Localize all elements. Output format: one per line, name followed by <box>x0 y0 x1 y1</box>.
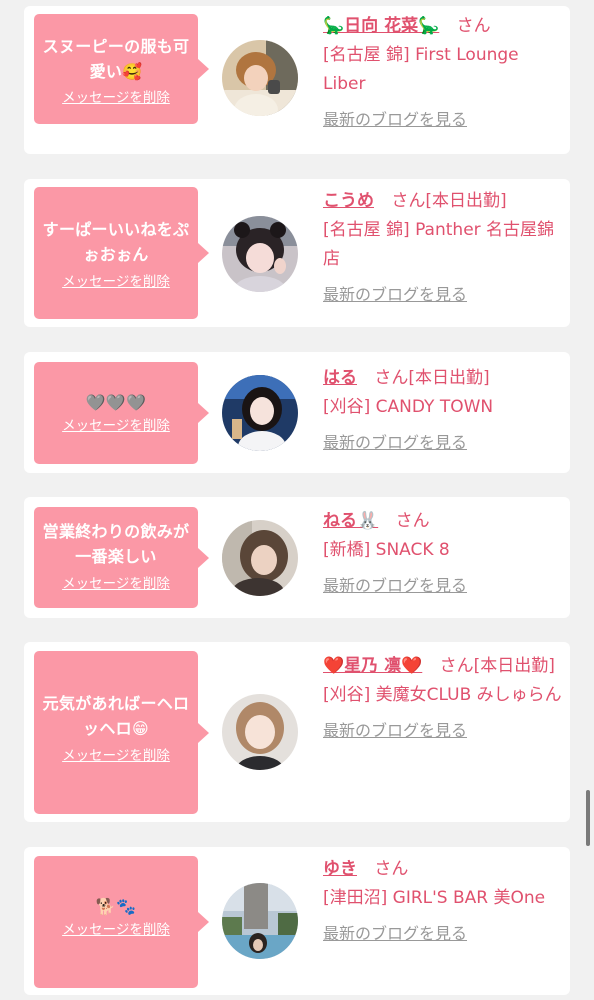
bubble-message-text: すーぱーいいねをぷぉおぉん <box>42 220 190 264</box>
honorific: さん <box>374 368 409 388</box>
honorific: さん <box>374 859 409 879</box>
cast-info: ❤️星乃 凛❤️ さん[本日出勤] [刈谷] 美魔女CLUB みしゅらん 最新の… <box>323 652 563 746</box>
message-list: スヌーピーの服も可愛い🥰 メッセージを削除 🦕日向 花菜🦕 さん [名古屋 錦]… <box>0 0 594 1000</box>
work-status: [本日出勤] <box>425 191 507 211</box>
cast-info: はる さん[本日出勤] [刈谷] CANDY TOWN 最新のブログを見る <box>323 364 563 458</box>
message-card: スヌーピーの服も可愛い🥰 メッセージを削除 🦕日向 花菜🦕 さん [名古屋 錦]… <box>24 6 570 154</box>
avatar[interactable] <box>222 216 298 292</box>
cast-name-line: はる さん[本日出勤] <box>323 364 563 393</box>
avatar[interactable] <box>222 520 298 596</box>
bubble-message-text: 営業終わりの飲みが一番楽しい <box>42 522 190 566</box>
message-bubble: すーぱーいいねをぷぉおぉん メッセージを削除 <box>34 187 209 319</box>
message-card: 営業終わりの飲みが一番楽しい メッセージを削除 ねる🐰 さん [新橋] SNAC… <box>24 497 570 618</box>
scrollbar[interactable] <box>586 790 590 846</box>
cast-name-line: 🦕日向 花菜🦕 さん <box>323 12 563 41</box>
cast-name-line: ゆき さん <box>323 855 563 884</box>
bubble-message-text: 🩶🩶🩶 <box>85 393 147 412</box>
shop-name: [名古屋 錦] First Lounge Liber <box>323 45 519 94</box>
honorific: さん <box>395 511 430 531</box>
cast-info: こうめ さん[本日出勤] [名古屋 錦] Panther 名古屋錦店 最新のブロ… <box>323 187 563 310</box>
delete-message-link[interactable]: メッセージを削除 <box>62 921 170 939</box>
cast-info: ゆき さん [津田沼] GIRL'S BAR 美One 最新のブログを見る <box>323 855 563 949</box>
cast-name-link[interactable]: ねる🐰 <box>323 511 378 531</box>
delete-message-link[interactable]: メッセージを削除 <box>62 747 170 765</box>
latest-blog-link[interactable]: 最新のブログを見る <box>323 720 467 742</box>
message-bubble: 元気があればーヘロッヘロ😁 メッセージを削除 <box>34 651 209 814</box>
avatar[interactable] <box>222 375 298 451</box>
honorific: さん <box>391 191 426 211</box>
message-card: すーぱーいいねをぷぉおぉん メッセージを削除 こうめ さん[本日出勤] [名古屋… <box>24 179 570 327</box>
latest-blog-link[interactable]: 最新のブログを見る <box>323 575 467 597</box>
honorific: さん <box>456 16 491 36</box>
bubble-message-text: 🐕🐾 <box>95 897 137 916</box>
delete-message-link[interactable]: メッセージを削除 <box>62 273 170 291</box>
bubble-message-text: スヌーピーの服も可愛い🥰 <box>42 37 190 81</box>
latest-blog-link[interactable]: 最新のブログを見る <box>323 432 467 454</box>
message-card: 元気があればーヘロッヘロ😁 メッセージを削除 ❤️星乃 凛❤️ さん[本日出勤]… <box>24 642 570 822</box>
cast-name-link[interactable]: ❤️星乃 凛❤️ <box>323 656 422 676</box>
avatar[interactable] <box>222 694 298 770</box>
cast-name-link[interactable]: こうめ <box>323 191 374 211</box>
shop-name: [津田沼] GIRL'S BAR 美One <box>323 888 546 908</box>
latest-blog-link[interactable]: 最新のブログを見る <box>323 284 467 306</box>
message-bubble: 🩶🩶🩶 メッセージを削除 <box>34 362 209 464</box>
delete-message-link[interactable]: メッセージを削除 <box>62 417 170 435</box>
cast-name-link[interactable]: 🦕日向 花菜🦕 <box>323 16 439 36</box>
latest-blog-link[interactable]: 最新のブログを見る <box>323 923 467 945</box>
work-status: [本日出勤] <box>473 656 555 676</box>
shop-name: [刈谷] CANDY TOWN <box>323 397 494 417</box>
cast-info: ねる🐰 さん [新橋] SNACK 8 最新のブログを見る <box>323 507 563 601</box>
message-card: 🩶🩶🩶 メッセージを削除 はる さん[本日出勤] [刈谷] CANDY TOWN… <box>24 352 570 473</box>
message-card: 🐕🐾 メッセージを削除 ゆき さん [津田沼] GIRL'S BAR 美One … <box>24 847 570 995</box>
shop-name: [新橋] SNACK 8 <box>323 540 450 560</box>
message-bubble: スヌーピーの服も可愛い🥰 メッセージを削除 <box>34 14 209 124</box>
cast-info: 🦕日向 花菜🦕 さん [名古屋 錦] First Lounge Liber 最新… <box>323 12 563 135</box>
bubble-message-text: 元気があればーヘロッヘロ😁 <box>42 694 190 738</box>
message-bubble: 🐕🐾 メッセージを削除 <box>34 856 209 988</box>
latest-blog-link[interactable]: 最新のブログを見る <box>323 109 467 131</box>
cast-name-link[interactable]: はる <box>323 368 357 388</box>
shop-name: [刈谷] 美魔女CLUB みしゅらん <box>323 685 562 705</box>
message-bubble: 営業終わりの飲みが一番楽しい メッセージを削除 <box>34 507 209 608</box>
cast-name-line: ❤️星乃 凛❤️ さん[本日出勤] <box>323 652 563 681</box>
avatar[interactable] <box>222 883 298 959</box>
honorific: さん <box>439 656 474 676</box>
work-status: [本日出勤] <box>408 368 490 388</box>
cast-name-line: こうめ さん[本日出勤] <box>323 187 563 216</box>
cast-name-link[interactable]: ゆき <box>323 859 357 879</box>
delete-message-link[interactable]: メッセージを削除 <box>62 89 170 107</box>
delete-message-link[interactable]: メッセージを削除 <box>62 575 170 593</box>
cast-name-line: ねる🐰 さん <box>323 507 563 536</box>
avatar[interactable] <box>222 40 298 116</box>
shop-name: [名古屋 錦] Panther 名古屋錦店 <box>323 220 555 269</box>
